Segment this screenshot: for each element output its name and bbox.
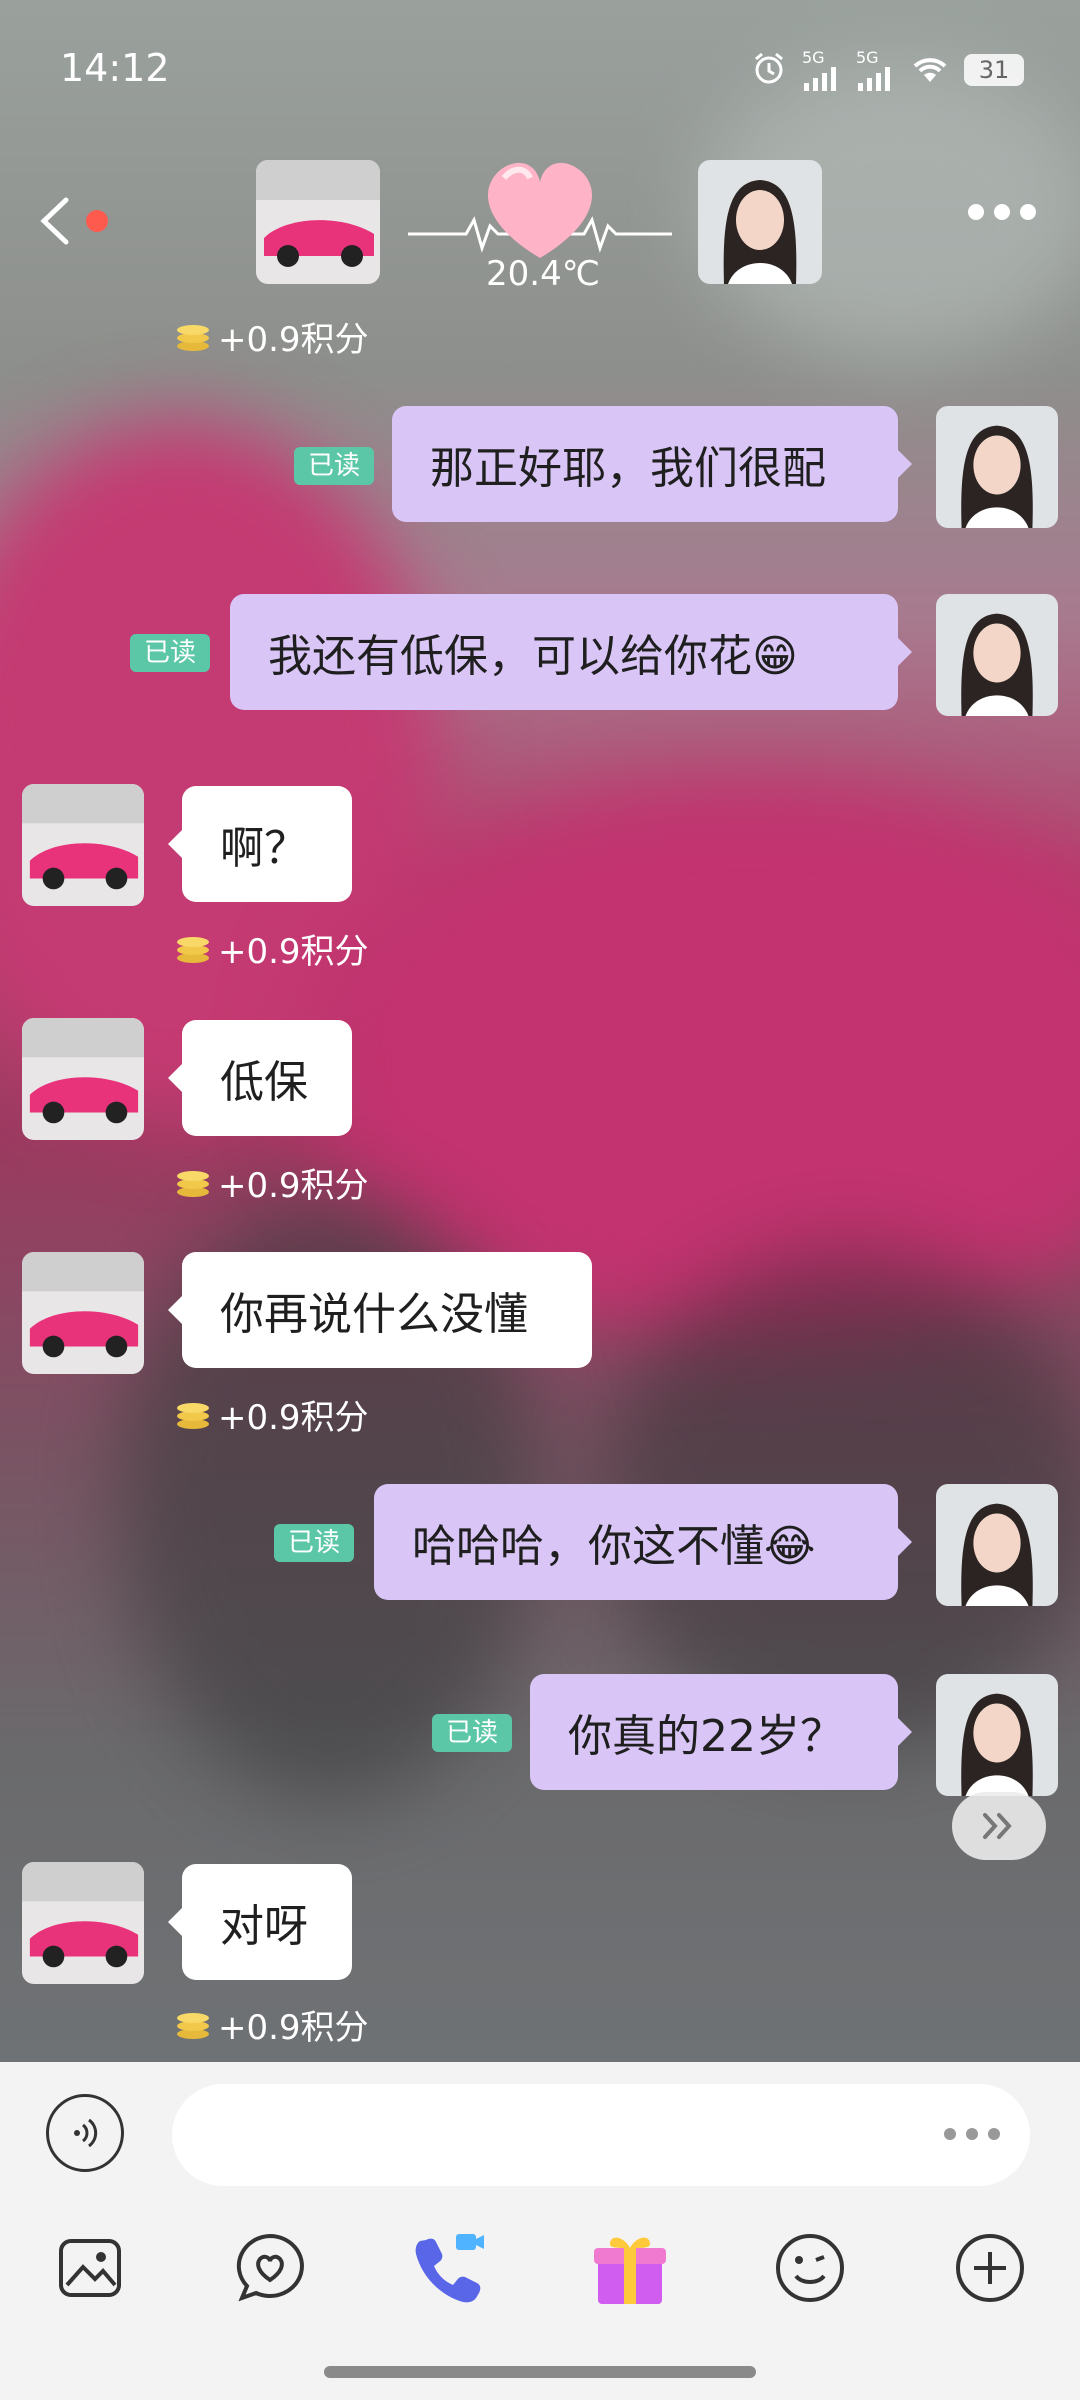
plus-icon [956,2234,1024,2302]
back-button[interactable] [36,196,76,246]
my-avatar[interactable] [698,160,822,284]
battery-indicator: 31 [964,53,1024,86]
heart-chat-button[interactable] [228,2226,312,2310]
read-badge: 已读 [130,634,211,672]
read-badge: 已读 [274,1524,355,1562]
input-more-icon[interactable] [944,2128,1000,2140]
coin-icon [177,2012,209,2039]
heart-temperature [408,148,672,258]
status-time: 14:12 [60,46,170,90]
partner-avatar[interactable] [22,1018,144,1140]
intimacy-temperature: 20.4℃ [486,254,600,294]
points-reward: +0.9积分 [176,312,369,361]
video-call-button[interactable] [408,2226,492,2310]
partner-avatar[interactable] [22,1862,144,1984]
home-indicator[interactable] [324,2366,756,2378]
voice-icon [74,2118,98,2148]
wifi-icon [910,52,950,88]
message-bubble-incoming[interactable]: 啊？ [168,786,352,902]
status-icons: 5G 5G 31 [750,48,1024,91]
double-chevron-icon [983,1813,1012,1839]
my-avatar[interactable] [936,406,1058,528]
image-button[interactable] [48,2226,132,2310]
partner-avatar[interactable] [256,160,380,284]
my-avatar[interactable] [936,594,1058,716]
coin-icon [177,1170,209,1197]
heart-chat-icon [236,2233,304,2302]
more-functions-button[interactable] [948,2226,1032,2310]
gift-button[interactable] [588,2226,672,2310]
points-reward: +0.9积分 [176,2000,369,2049]
notification-dot [86,210,108,232]
alarm-icon [750,49,788,91]
coin-icon [177,324,209,351]
read-badge: 已读 [294,447,375,485]
message-input[interactable] [172,2084,1030,2186]
coin-icon [177,1402,209,1429]
points-reward: +0.9积分 [176,1158,369,1207]
partner-avatar[interactable] [22,1252,144,1374]
message-bubble-incoming[interactable]: 你再说什么没懂 [168,1252,592,1368]
signal-2: 5G [856,48,896,91]
points-reward: +0.9积分 [176,1390,369,1439]
scroll-to-bottom-button[interactable] [952,1792,1046,1860]
message-bubble-outgoing[interactable]: 你真的22岁？ [530,1674,912,1790]
read-badge: 已读 [432,1714,513,1752]
gift-icon [594,2237,666,2304]
my-avatar[interactable] [936,1484,1058,1606]
emoji-button[interactable] [768,2226,852,2310]
message-bubble-outgoing[interactable]: 哈哈哈，你这不懂😂 [374,1484,912,1600]
voice-input-button[interactable] [46,2094,124,2172]
points-reward: +0.9积分 [176,924,369,973]
message-bubble-outgoing[interactable]: 那正好耶，我们很配 [392,406,912,522]
emoji-icon [776,2234,844,2302]
partner-avatar[interactable] [22,784,144,906]
image-icon [59,2239,121,2297]
video-call-icon [415,2234,484,2303]
message-bubble-incoming[interactable]: 对呀 [168,1864,352,1980]
message-bubble-incoming[interactable]: 低保 [168,1020,352,1136]
message-bubble-outgoing[interactable]: 我还有低保，可以给你花😁 [230,594,912,710]
coin-icon [177,936,209,963]
more-options-button[interactable] [968,204,1036,220]
my-avatar[interactable] [936,1674,1058,1796]
signal-1: 5G [802,48,842,91]
